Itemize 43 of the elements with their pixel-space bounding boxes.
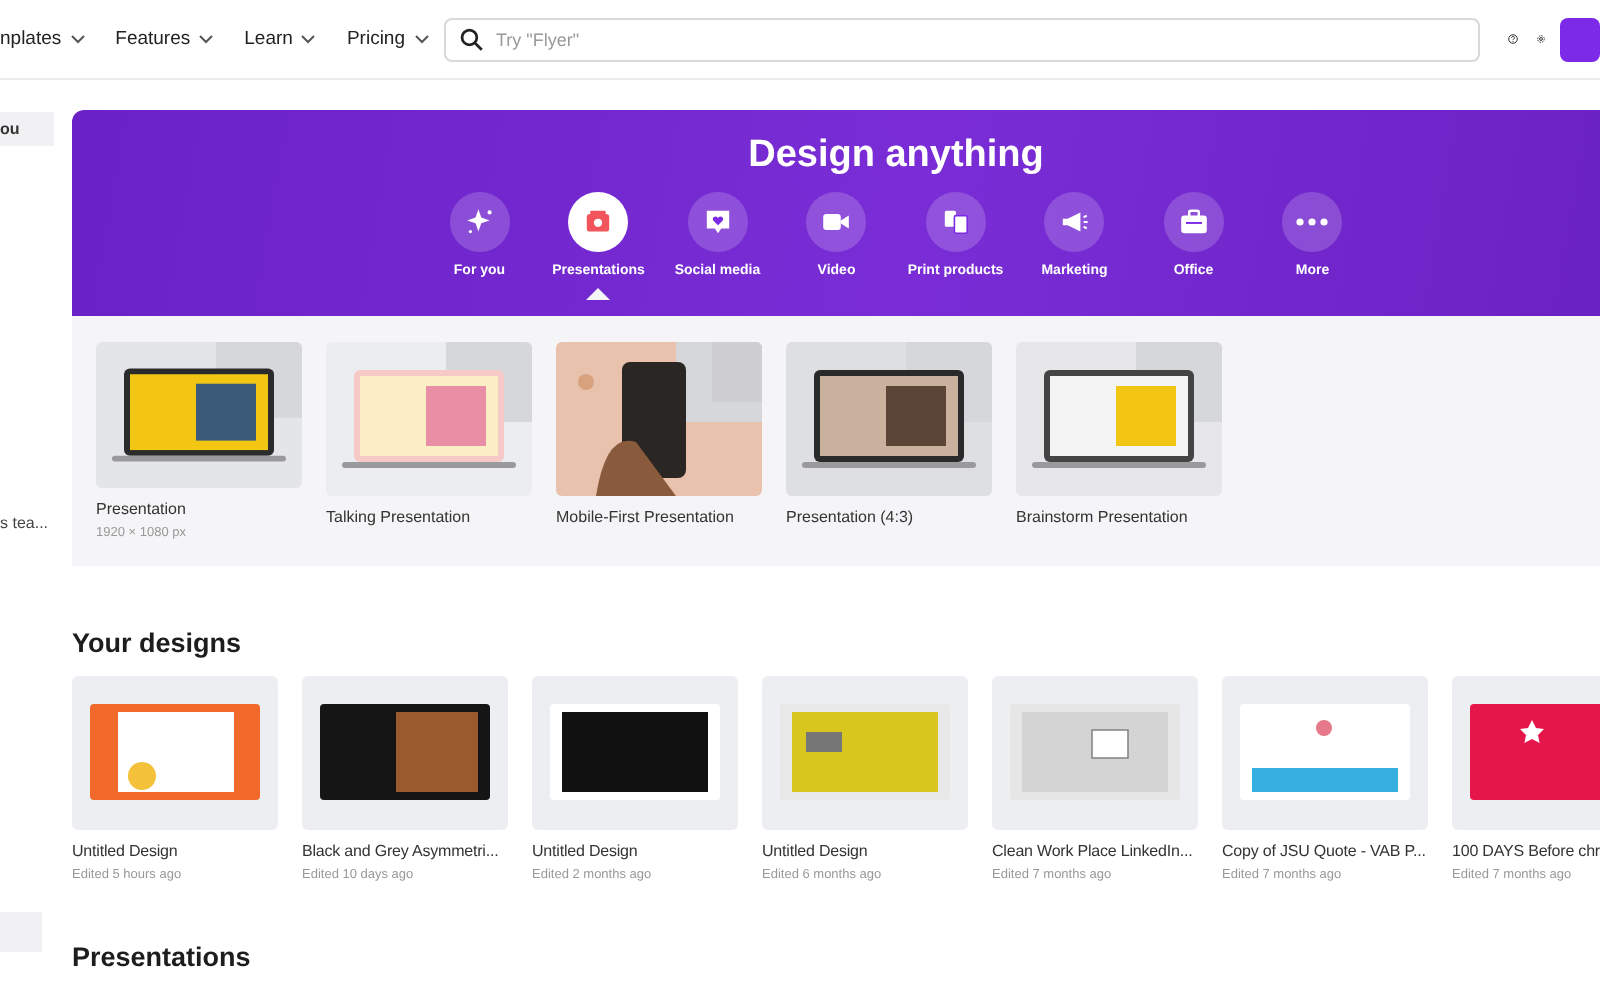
sparkle-icon xyxy=(463,206,496,238)
design-title: Untitled Design xyxy=(72,842,180,860)
pointer-icon xyxy=(586,288,611,300)
template-title: Presentation (4:3) xyxy=(786,508,916,526)
design-title: Copy of JSU Quote - VAB P... xyxy=(1222,842,1428,860)
template-title: Talking Presentation xyxy=(326,508,473,526)
category-button[interactable] xyxy=(1163,192,1224,252)
caret-icon xyxy=(300,34,317,44)
heart-icon xyxy=(701,206,734,238)
more-icon xyxy=(1296,218,1329,226)
banner-title: Design anything xyxy=(748,134,1044,178)
cards-icon xyxy=(939,206,972,238)
presentation-icon xyxy=(582,206,615,238)
caret-icon xyxy=(198,34,215,44)
nav-menu-link[interactable]: Features xyxy=(115,28,215,50)
design-title: 100 DAYS Before chr xyxy=(1452,842,1600,860)
briefcase-icon xyxy=(1177,206,1210,238)
section-heading: Your designs xyxy=(72,628,244,658)
template-title: Brainstorm Presentation xyxy=(1016,508,1190,526)
template-title: Mobile-First Presentation xyxy=(556,508,736,526)
category-button[interactable] xyxy=(1044,192,1105,252)
category-button[interactable] xyxy=(925,192,986,252)
caret-icon xyxy=(69,34,86,44)
design-title: Untitled Design xyxy=(532,842,640,860)
category-button[interactable] xyxy=(1282,192,1343,252)
category-button[interactable] xyxy=(568,192,629,252)
template-title: Presentation xyxy=(96,500,188,518)
nav-menu-link[interactable]: Learn xyxy=(244,28,317,50)
nav-menu-link[interactable]: Pricing xyxy=(346,28,429,50)
category-button[interactable] xyxy=(449,192,510,252)
search-field[interactable]: Try "Flyer" xyxy=(444,17,1480,61)
design-title: Black and Grey Asymmetri... xyxy=(302,842,501,860)
caret-icon xyxy=(413,34,429,44)
search-icon xyxy=(460,27,484,51)
section-heading: Presentations xyxy=(72,942,253,972)
category-button[interactable] xyxy=(806,192,867,252)
nav-menu-link[interactable]: nplates xyxy=(0,28,86,50)
design-title: Untitled Design xyxy=(762,842,870,860)
sidebar-item[interactable]: s tea... xyxy=(0,506,54,540)
category-button[interactable] xyxy=(687,192,748,252)
account-button[interactable] xyxy=(1560,17,1600,61)
design-title: Clean Work Place LinkedIn... xyxy=(992,842,1195,860)
sidebar-item[interactable]: ou xyxy=(0,112,54,146)
